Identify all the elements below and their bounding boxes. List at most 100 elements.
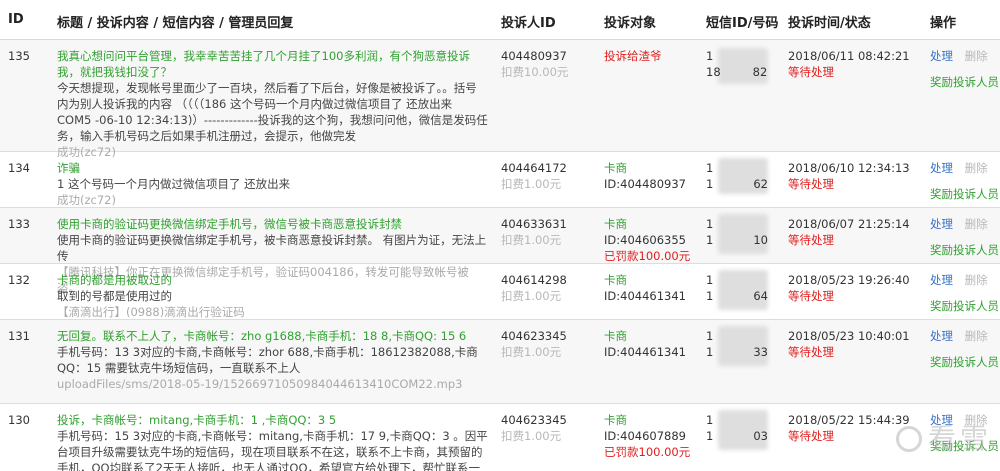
target-name: 卡商 [604, 413, 627, 427]
target-cell: 投诉给渣爷 [604, 48, 662, 64]
target-name: 卡商 [604, 273, 627, 287]
row-id: 134 [8, 161, 30, 175]
handle-link[interactable]: 处理 [930, 329, 953, 343]
reward-link[interactable]: 奖励投诉人员 [930, 354, 999, 370]
complaint-time: 2018/05/23 10:40:01 [788, 329, 910, 343]
complainant-id: 404464172 [501, 161, 567, 175]
complaint-title[interactable]: 使用卡商的验证码更换微信绑定手机号，微信号被卡商恶意投诉封禁 [57, 216, 489, 232]
ops-cell: 处理 删除 奖励投诉人员 [930, 48, 999, 90]
time-cell: 2018/05/23 19:26:40 等待处理 [788, 272, 910, 304]
fine-amount: 已罚款100.00元 [604, 249, 691, 263]
time-cell: 2018/06/07 21:25:14 等待处理 [788, 216, 910, 248]
sms-number-part: 1 33 [706, 345, 768, 359]
header-complainant: 投诉人ID [501, 16, 556, 31]
delete-link[interactable]: 删除 [965, 329, 988, 343]
row-content: 卡商的都是用被取过的 取到的号都是使用过的 【滴滴出行】(0988)滴滴出行验证… [57, 272, 489, 320]
reward-link[interactable]: 奖励投诉人员 [930, 74, 999, 90]
complaint-title[interactable]: 诈骗 [57, 160, 489, 176]
fine-amount: 已罚款100.00元 [604, 445, 691, 459]
reward-link[interactable]: 奖励投诉人员 [930, 242, 999, 258]
target-cell: 卡商 ID:404606355 已罚款100.00元 [604, 216, 690, 264]
complaint-time: 2018/06/10 12:34:13 [788, 161, 910, 175]
header-time: 投诉时间/状态 [788, 16, 871, 31]
sms-id-part: 1 [706, 273, 714, 287]
sms-number-part: 1 62 [706, 177, 768, 191]
ops-cell: 处理 删除 奖励投诉人员 [930, 328, 999, 370]
table-row: 134 诈骗 1 这个号码一个月内做过微信项目了 还放出来 成功(zc72) 4… [0, 152, 1000, 208]
complaint-body: 使用卡商的验证码更换微信绑定手机号，被卡商恶意投诉封禁。 有图片为证，无法上传 [57, 233, 487, 263]
row-content: 投诉，卡商帐号：mitang,卡商手机：1 ,卡商QQ：3 5 手机号码：15 … [57, 412, 489, 471]
row-content: 我真心想问问平台管理，我幸幸苦苦挂了几个月挂了100多利润，有个狗恶意投诉我，就… [57, 48, 489, 160]
reward-link[interactable]: 奖励投诉人员 [930, 186, 999, 202]
reward-link[interactable]: 奖励投诉人员 [930, 298, 999, 314]
admin-reply: uploadFiles/sms/2018-05-19/1526697105098… [57, 377, 463, 391]
delete-link[interactable]: 删除 [965, 49, 988, 63]
sms-id-part: 1 [706, 413, 714, 427]
time-cell: 2018/05/23 10:40:01 等待处理 [788, 328, 910, 360]
handle-link[interactable]: 处理 [930, 217, 953, 231]
delete-link[interactable]: 删除 [965, 161, 988, 175]
table-row: 133 使用卡商的验证码更换微信绑定手机号，微信号被卡商恶意投诉封禁 使用卡商的… [0, 208, 1000, 295]
target-id: ID:404461341 [604, 345, 686, 359]
handle-link[interactable]: 处理 [930, 49, 953, 63]
target-cell: 卡商 ID:404480937 [604, 160, 686, 192]
watermark: 看雪 [895, 417, 992, 457]
status-label: 等待处理 [788, 429, 834, 443]
target-id: ID:404480937 [604, 177, 686, 191]
sms-id-part: 1 [706, 49, 714, 63]
header-sms: 短信ID/号码 [706, 16, 779, 31]
complaint-body: 手机号码：13 3对应的卡商,卡商帐号：zhor 688,卡商手机：186123… [57, 345, 478, 375]
sms-number-part: 1 10 [706, 233, 768, 247]
complaint-body: 今天想提现，发现帐号里面少了一百块，然后看了下后台，好像是被投诉了。。括号 内为… [57, 81, 488, 143]
time-cell: 2018/06/10 12:34:13 等待处理 [788, 160, 910, 192]
complaint-title[interactable]: 无回复。联系不上人了，卡商帐号：zho g1688,卡商手机：18 8,卡商QQ… [57, 328, 489, 344]
complainant-cell: 404633631 扣费1.00元 [501, 216, 567, 248]
time-cell: 2018/05/22 15:44:39 等待处理 [788, 412, 910, 444]
table-header: ID 标题 / 投诉内容 / 短信内容 / 管理员回复 投诉人ID 投诉对象 短… [0, 0, 1000, 40]
sms-cell: 1 1 10 [706, 216, 776, 248]
target-name: 卡商 [604, 161, 627, 175]
admin-reply: 成功(zc72) [57, 193, 116, 207]
target-id: ID:404607889 [604, 429, 686, 443]
handle-link[interactable]: 处理 [930, 273, 953, 287]
status-label: 等待处理 [788, 65, 834, 79]
target-cell: 卡商 ID:404461341 [604, 328, 686, 360]
delete-link[interactable]: 删除 [965, 217, 988, 231]
delete-link[interactable]: 删除 [965, 273, 988, 287]
row-id: 130 [8, 413, 30, 427]
target-name: 卡商 [604, 329, 627, 343]
complainant-id: 404614298 [501, 273, 567, 287]
ops-cell: 处理 删除 奖励投诉人员 [930, 216, 999, 258]
complainant-cell: 404464172 扣费1.00元 [501, 160, 567, 192]
sms-id-part: 1 [706, 217, 714, 231]
target-id: ID:404606355 [604, 233, 686, 247]
status-label: 等待处理 [788, 177, 834, 191]
complainant-id: 404623345 [501, 413, 567, 427]
target-cell: 卡商 ID:404607889 已罚款100.00元 [604, 412, 690, 460]
deduct-fee: 扣费1.00元 [501, 289, 562, 303]
complaints-table: ID 标题 / 投诉内容 / 短信内容 / 管理员回复 投诉人ID 投诉对象 短… [0, 0, 1000, 471]
ops-cell: 处理 删除 奖励投诉人员 [930, 160, 999, 202]
complaint-title[interactable]: 我真心想问问平台管理，我幸幸苦苦挂了几个月挂了100多利润，有个狗恶意投诉我，就… [57, 48, 489, 80]
deduct-fee: 扣费1.00元 [501, 429, 562, 443]
table-row: 132 卡商的都是用被取过的 取到的号都是使用过的 【滴滴出行】(0988)滴滴… [0, 264, 1000, 320]
complainant-id: 404623345 [501, 329, 567, 343]
complaint-title[interactable]: 投诉，卡商帐号：mitang,卡商手机：1 ,卡商QQ：3 5 [57, 412, 489, 428]
complaint-title[interactable]: 卡商的都是用被取过的 [57, 272, 489, 288]
complainant-cell: 404614298 扣费1.00元 [501, 272, 567, 304]
target-name: 卡商 [604, 217, 627, 231]
deduct-fee: 扣费1.00元 [501, 177, 562, 191]
time-cell: 2018/06/11 08:42:21 等待处理 [788, 48, 910, 80]
sms-number-part: 1 03 [706, 429, 768, 443]
complainant-cell: 404623345 扣费1.00元 [501, 328, 567, 360]
handle-link[interactable]: 处理 [930, 161, 953, 175]
complaint-time: 2018/06/11 08:42:21 [788, 49, 910, 63]
row-content: 诈骗 1 这个号码一个月内做过微信项目了 还放出来 成功(zc72) [57, 160, 489, 208]
target-id: ID:404461341 [604, 289, 686, 303]
watermark-logo-icon [895, 426, 922, 452]
table-row: 130 投诉，卡商帐号：mitang,卡商手机：1 ,卡商QQ：3 5 手机号码… [0, 404, 1000, 471]
sms-id-part: 1 [706, 161, 714, 175]
deduct-fee: 扣费1.00元 [501, 233, 562, 247]
sms-number-part: 18 82 [706, 65, 768, 79]
target-cell: 卡商 ID:404461341 [604, 272, 686, 304]
